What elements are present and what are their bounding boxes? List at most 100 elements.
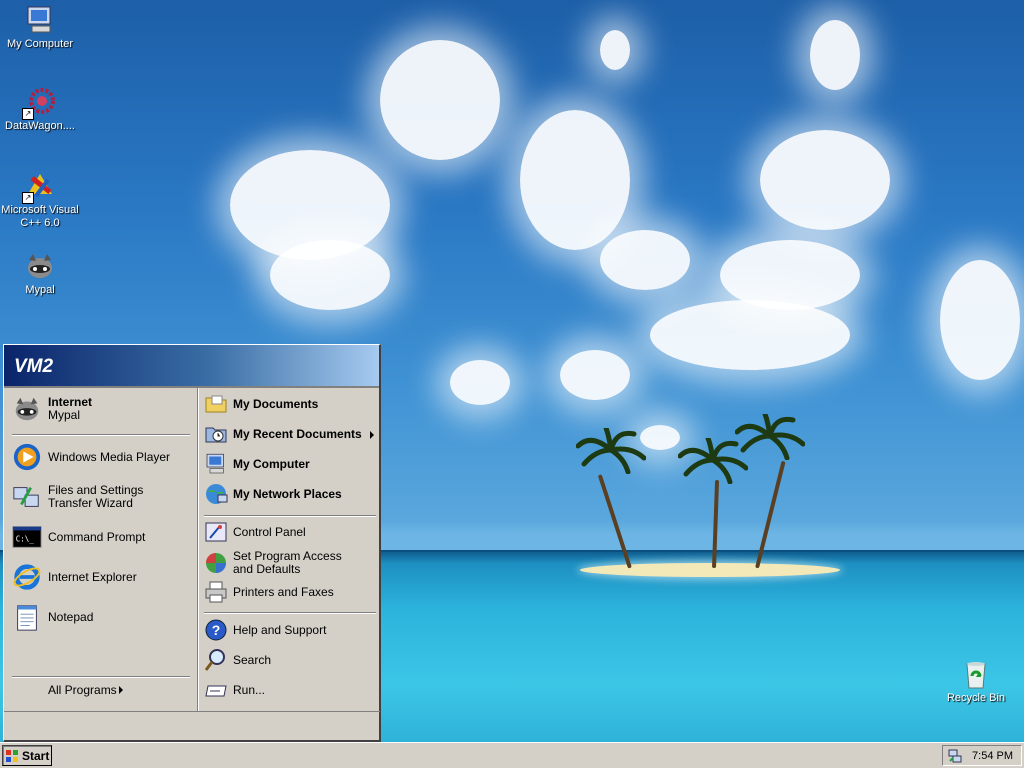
run-icon bbox=[204, 678, 228, 702]
menu-item-my-documents[interactable]: My Documents bbox=[204, 392, 318, 416]
folder-icon bbox=[204, 392, 228, 416]
menu-item-label: Set Program Access and Defaults bbox=[233, 549, 342, 576]
menu-item-control-panel[interactable]: Control Panel bbox=[204, 520, 306, 544]
cloud bbox=[270, 240, 390, 310]
menu-item-command-prompt[interactable]: C:\_ Command Prompt bbox=[12, 522, 145, 552]
menu-item-my-recent-documents[interactable]: My Recent Documents bbox=[204, 422, 362, 446]
menu-item-my-computer[interactable]: My Computer bbox=[204, 452, 310, 476]
cloud bbox=[520, 110, 630, 250]
network-tray-icon[interactable] bbox=[948, 749, 962, 763]
menu-item-run[interactable]: Run... bbox=[204, 678, 265, 702]
all-programs-label: All Programs bbox=[48, 683, 117, 697]
palm-tree-icon bbox=[576, 428, 646, 474]
cloud bbox=[600, 30, 630, 70]
mypal-icon bbox=[12, 394, 42, 424]
visual-cpp-icon: ↗ bbox=[22, 170, 56, 204]
menu-item-notepad[interactable]: Notepad bbox=[12, 602, 93, 632]
printer-icon bbox=[204, 580, 228, 604]
menu-item-label: Run... bbox=[233, 682, 266, 697]
svg-text:C:\_: C:\_ bbox=[16, 535, 35, 544]
help-icon: ? bbox=[204, 618, 228, 642]
cloud bbox=[810, 20, 860, 90]
submenu-arrow-icon bbox=[119, 686, 123, 694]
media-player-icon bbox=[12, 442, 42, 472]
desktop-icon-label: My Computer bbox=[6, 38, 74, 50]
user-name: VM2 bbox=[14, 356, 54, 377]
desktop-icon-datawagon[interactable]: ↗ DataWagon.... bbox=[0, 86, 80, 133]
search-icon bbox=[204, 648, 228, 672]
start-button[interactable]: Start bbox=[2, 745, 52, 766]
svg-text:?: ? bbox=[212, 622, 221, 638]
pinned-title: Internet bbox=[48, 395, 93, 409]
desktop-icon-label: Mypal bbox=[25, 284, 55, 296]
start-label: Start bbox=[22, 748, 50, 763]
menu-item-label: Files and Settings Transfer Wizard bbox=[48, 483, 144, 510]
start-menu: VM2 Internet Mypal Windows Media Player … bbox=[3, 344, 381, 742]
menu-item-label: Windows Media Player bbox=[48, 449, 171, 464]
datawagon-icon: ↗ bbox=[22, 86, 56, 120]
cloud bbox=[600, 230, 690, 290]
recycle-bin-icon bbox=[960, 658, 992, 690]
cloud bbox=[720, 240, 860, 310]
menu-item-program-access[interactable]: Set Program Access and Defaults bbox=[204, 550, 363, 576]
menu-item-label: Command Prompt bbox=[48, 529, 146, 544]
my-computer-icon bbox=[204, 452, 228, 476]
desktop-icon-recycle-bin[interactable]: Recycle Bin bbox=[936, 658, 1016, 705]
recent-documents-icon bbox=[204, 422, 228, 446]
start-menu-left-column: Internet Mypal Windows Media Player File… bbox=[4, 388, 196, 711]
menu-item-label: My Documents bbox=[233, 396, 319, 411]
network-icon bbox=[204, 482, 228, 506]
submenu-arrow-icon bbox=[370, 431, 374, 439]
menu-item-search[interactable]: Search bbox=[204, 648, 271, 672]
separator bbox=[204, 612, 376, 614]
internet-explorer-icon bbox=[12, 562, 42, 592]
menu-item-transfer-wizard[interactable]: Files and Settings Transfer Wizard bbox=[12, 482, 188, 512]
transfer-wizard-icon bbox=[12, 482, 42, 512]
menu-item-label: My Computer bbox=[233, 456, 310, 471]
shortcut-arrow-icon: ↗ bbox=[22, 108, 34, 120]
menu-item-printers-faxes[interactable]: Printers and Faxes bbox=[204, 580, 334, 604]
notepad-icon bbox=[12, 602, 42, 632]
pinned-internet[interactable]: Internet Mypal bbox=[12, 394, 92, 424]
desktop-icon-mypal[interactable]: Mypal bbox=[0, 250, 80, 297]
separator bbox=[12, 676, 190, 678]
desktop-icon-visual-cpp[interactable]: ↗ Microsoft Visual C++ 6.0 bbox=[0, 170, 80, 230]
menu-item-label: Notepad bbox=[48, 609, 94, 624]
start-menu-header: VM2 bbox=[4, 345, 379, 388]
menu-item-label: My Recent Documents bbox=[233, 426, 362, 441]
all-programs-button[interactable]: All Programs bbox=[48, 683, 123, 697]
cloud bbox=[450, 360, 510, 405]
menu-item-my-network-places[interactable]: My Network Places bbox=[204, 482, 342, 506]
menu-item-label: Search bbox=[233, 652, 272, 667]
start-menu-footer bbox=[4, 711, 380, 742]
control-panel-icon bbox=[204, 520, 228, 544]
cloud bbox=[560, 350, 630, 400]
separator bbox=[204, 515, 376, 517]
clock[interactable]: 7:54 PM bbox=[972, 750, 1013, 762]
menu-item-windows-media-player[interactable]: Windows Media Player bbox=[12, 442, 170, 472]
pinned-subtitle: Mypal bbox=[48, 408, 81, 422]
desktop-icon-my-computer[interactable]: My Computer bbox=[0, 4, 80, 51]
menu-item-help-support[interactable]: ? Help and Support bbox=[204, 618, 326, 642]
menu-item-label: Internet Explorer bbox=[48, 569, 137, 584]
cloud bbox=[650, 300, 850, 370]
separator bbox=[12, 434, 190, 436]
menu-item-label: Printers and Faxes bbox=[233, 584, 334, 599]
desktop-icon-label: Recycle Bin bbox=[946, 692, 1006, 704]
taskbar: Start 7:54 PM bbox=[0, 742, 1024, 768]
start-menu-right-column: My Documents My Recent Documents My Comp… bbox=[197, 388, 380, 711]
desktop-icon-label: Microsoft Visual C++ 6.0 bbox=[1, 204, 79, 229]
menu-item-label: My Network Places bbox=[233, 486, 342, 501]
cloud bbox=[640, 425, 680, 450]
menu-item-label: Control Panel bbox=[233, 524, 306, 539]
command-prompt-icon: C:\_ bbox=[12, 522, 42, 552]
island-sand bbox=[580, 563, 840, 577]
desktop-icon-label: DataWagon.... bbox=[5, 120, 75, 132]
cloud bbox=[380, 40, 500, 160]
menu-item-label: Help and Support bbox=[233, 622, 327, 637]
menu-item-internet-explorer[interactable]: Internet Explorer bbox=[12, 562, 137, 592]
program-access-icon bbox=[204, 551, 228, 575]
shortcut-arrow-icon: ↗ bbox=[22, 192, 34, 204]
cloud bbox=[760, 130, 890, 230]
cloud bbox=[940, 260, 1020, 380]
